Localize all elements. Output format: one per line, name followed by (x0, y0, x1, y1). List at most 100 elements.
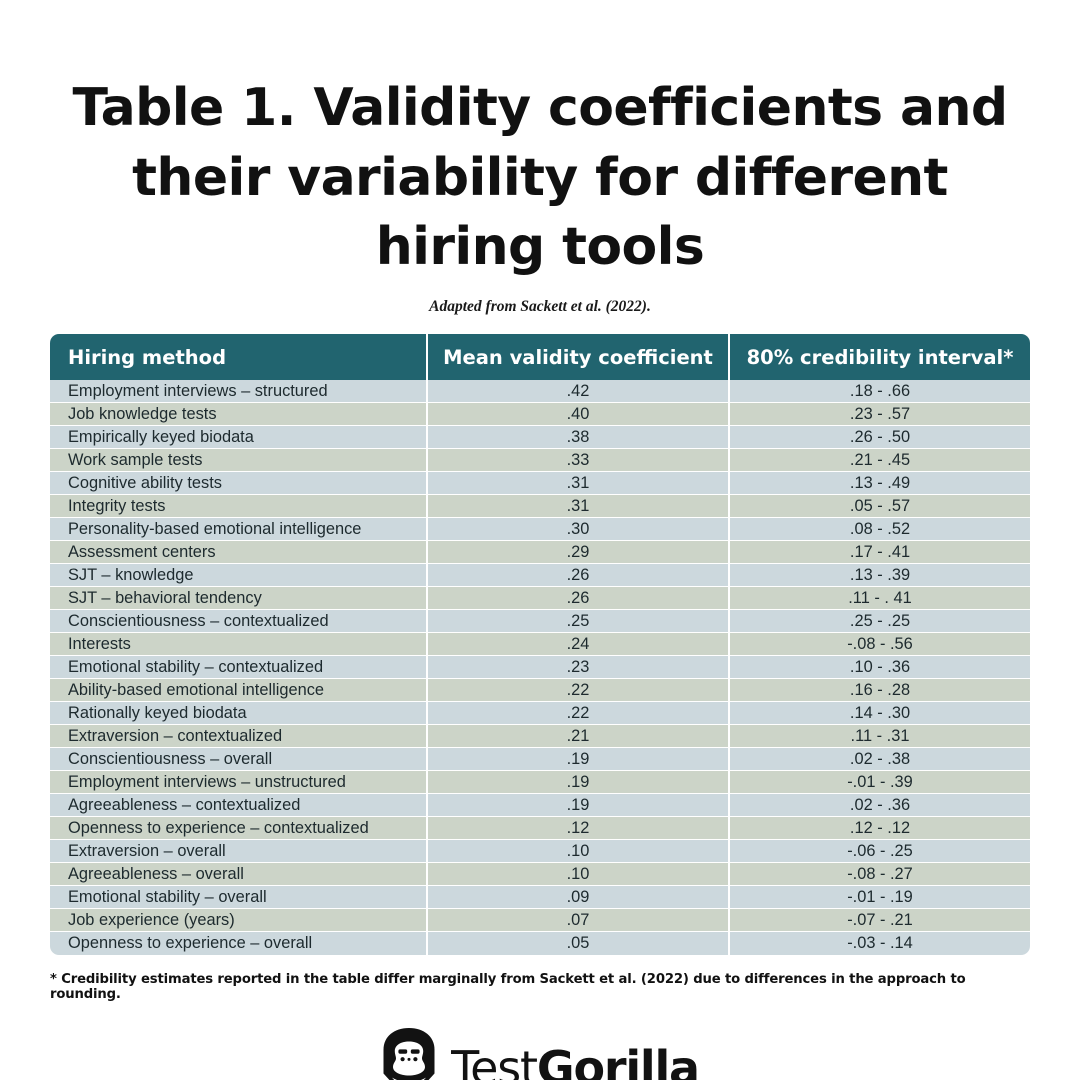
table-row: Job knowledge tests .40.23 - .57 (50, 403, 1030, 427)
cell-credibility-interval: -.07 - .21 (730, 909, 1030, 933)
table-row: Rationally keyed biodata .22.14 - .30 (50, 702, 1030, 726)
table-row: Integrity tests .31.05 - .57 (50, 495, 1030, 519)
cell-mean-validity: .40 (428, 403, 730, 427)
cell-mean-validity: .31 (428, 495, 730, 519)
cell-hiring-method: Job experience (years) (50, 909, 428, 933)
cell-credibility-interval: -.08 - .27 (730, 863, 1030, 887)
column-header-credibility-interval: 80% credibility interval* (730, 334, 1030, 381)
validity-table-wrapper: Hiring method Mean validity coefficient … (50, 334, 1030, 956)
cell-hiring-method: Openness to experience – overall (50, 932, 428, 956)
source-attribution: Adapted from Sackett et al. (2022). (429, 298, 651, 316)
cell-mean-validity: .38 (428, 426, 730, 450)
cell-hiring-method: Work sample tests (50, 449, 428, 473)
cell-credibility-interval: .13 - .39 (730, 564, 1030, 588)
cell-credibility-interval: .02 - .36 (730, 794, 1030, 818)
cell-hiring-method: Agreeableness – contextualized (50, 794, 428, 818)
cell-mean-validity: .33 (428, 449, 730, 473)
cell-hiring-method: Personality-based emotional intelligence (50, 518, 428, 542)
table-row: Personality-based emotional intelligence… (50, 518, 1030, 542)
table-row: Ability-based emotional intelligence .22.… (50, 679, 1030, 703)
cell-hiring-method: Job knowledge tests (50, 403, 428, 427)
cell-hiring-method: Openness to experience – contextualized (50, 817, 428, 841)
cell-mean-validity: .25 (428, 610, 730, 634)
cell-hiring-method: SJT – knowledge (50, 564, 428, 588)
cell-credibility-interval: .13 - .49 (730, 472, 1030, 496)
cell-credibility-interval: .11 - . 41 (730, 587, 1030, 611)
cell-hiring-method: Empirically keyed biodata (50, 426, 428, 450)
table-head: Hiring method Mean validity coefficient … (50, 334, 1030, 381)
cell-mean-validity: .26 (428, 587, 730, 611)
cell-hiring-method: Rationally keyed biodata (50, 702, 428, 726)
cell-mean-validity: .10 (428, 863, 730, 887)
table-row: Cognitive ability tests .31.13 - .49 (50, 472, 1030, 496)
brand-logo: TestGorilla (0, 1028, 1080, 1080)
cell-credibility-interval: .23 - .57 (730, 403, 1030, 427)
table-row: Conscientiousness – overall .19.02 - .38 (50, 748, 1030, 772)
table-body: Employment interviews – structured .42.18… (50, 380, 1030, 956)
table-row: Openness to experience – contextualized.… (50, 817, 1030, 841)
validity-table: Hiring method Mean validity coefficient … (50, 334, 1030, 956)
cell-credibility-interval: .05 - .57 (730, 495, 1030, 519)
cell-credibility-interval: .26 - .50 (730, 426, 1030, 450)
table-row: Employment interviews – unstructured .19-… (50, 771, 1030, 795)
cell-credibility-interval: .12 - .12 (730, 817, 1030, 841)
title-block: Table 1. Validity coefficients and their… (0, 0, 1080, 283)
cell-hiring-method: Conscientiousness – overall (50, 748, 428, 772)
table-row: SJT – knowledge .26.13 - .39 (50, 564, 1030, 588)
table-row: Extraversion – overall .10 -.06 - .25 (50, 840, 1030, 864)
cell-credibility-interval: -.03 - .14 (730, 932, 1030, 956)
cell-hiring-method: Integrity tests (50, 495, 428, 519)
gorilla-head-shield-icon (381, 1028, 437, 1080)
cell-hiring-method: Employment interviews – unstructured (50, 771, 428, 795)
table-row: Openness to experience – overall .05 -.03 … (50, 932, 1030, 956)
cell-hiring-method: Agreeableness – overall (50, 863, 428, 887)
cell-hiring-method: Ability-based emotional intelligence (50, 679, 428, 703)
table-row: Employment interviews – structured .42.18… (50, 380, 1030, 404)
cell-mean-validity: .05 (428, 932, 730, 956)
column-header-hiring-method: Hiring method (50, 334, 428, 381)
cell-hiring-method: SJT – behavioral tendency (50, 587, 428, 611)
cell-mean-validity: .21 (428, 725, 730, 749)
cell-hiring-method: Cognitive ability tests (50, 472, 428, 496)
cell-credibility-interval: .08 - .52 (730, 518, 1030, 542)
cell-mean-validity: .22 (428, 702, 730, 726)
infographic-page: Table 1. Validity coefficients and their… (0, 0, 1080, 1080)
table-row: Extraversion – contextualized .21.11 - .3… (50, 725, 1030, 749)
cell-hiring-method: Emotional stability – overall (50, 886, 428, 910)
cell-mean-validity: .23 (428, 656, 730, 680)
cell-mean-validity: .19 (428, 794, 730, 818)
cell-hiring-method: Extraversion – contextualized (50, 725, 428, 749)
cell-credibility-interval: -.01 - .19 (730, 886, 1030, 910)
cell-mean-validity: .31 (428, 472, 730, 496)
cell-mean-validity: .19 (428, 748, 730, 772)
cell-mean-validity: .09 (428, 886, 730, 910)
cell-mean-validity: .19 (428, 771, 730, 795)
cell-credibility-interval: .21 - .45 (730, 449, 1030, 473)
table-row: SJT – behavioral tendency .26.11 - . 41 (50, 587, 1030, 611)
brand-word-test: Test (451, 1040, 538, 1080)
cell-mean-validity: .24 (428, 633, 730, 657)
cell-mean-validity: .26 (428, 564, 730, 588)
cell-hiring-method: Employment interviews – structured (50, 380, 428, 404)
cell-credibility-interval: .25 - .25 (730, 610, 1030, 634)
cell-mean-validity: .12 (428, 817, 730, 841)
table-row: Emotional stability – overall .09 -.01 - .… (50, 886, 1030, 910)
cell-credibility-interval: .16 - .28 (730, 679, 1030, 703)
table-row: Work sample tests .33.21 - .45 (50, 449, 1030, 473)
cell-credibility-interval: .02 - .38 (730, 748, 1030, 772)
cell-hiring-method: Interests (50, 633, 428, 657)
table-row: Conscientiousness – contextualized .25.25… (50, 610, 1030, 634)
column-header-mean-validity: Mean validity coefficient (428, 334, 730, 381)
cell-credibility-interval: -.06 - .25 (730, 840, 1030, 864)
table-row: Emotional stability – contextualized .23.… (50, 656, 1030, 680)
cell-mean-validity: .42 (428, 380, 730, 404)
cell-hiring-method: Conscientiousness – contextualized (50, 610, 428, 634)
table-header-row: Hiring method Mean validity coefficient … (50, 334, 1030, 381)
cell-credibility-interval: .14 - .30 (730, 702, 1030, 726)
cell-mean-validity: .30 (428, 518, 730, 542)
cell-hiring-method: Emotional stability – contextualized (50, 656, 428, 680)
cell-credibility-interval: -.08 - .56 (730, 633, 1030, 657)
table-footnote: * Credibility estimates reported in the … (50, 972, 966, 1003)
table-row: Empirically keyed biodata .38.26 - .50 (50, 426, 1030, 450)
cell-credibility-interval: .18 - .66 (730, 380, 1030, 404)
